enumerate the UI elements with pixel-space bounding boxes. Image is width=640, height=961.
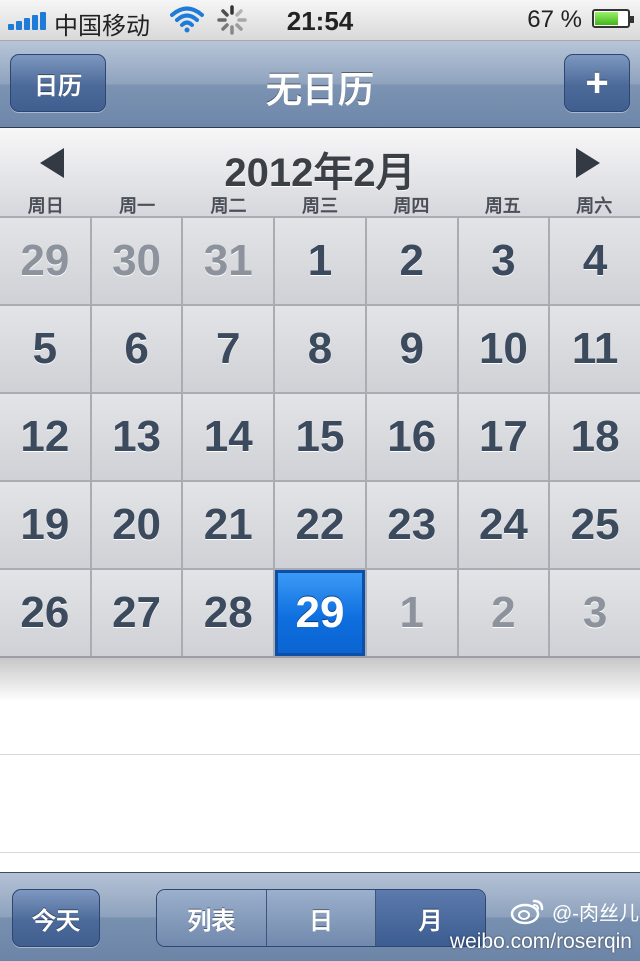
day-cell-selected[interactable]: 29 [275, 570, 365, 656]
segment-day[interactable]: 日 [266, 890, 377, 946]
view-segmented-control: 列表 日 月 [156, 889, 486, 947]
day-cell[interactable]: 2 [366, 218, 457, 304]
weekday-label: 周四 [393, 196, 430, 216]
watermark-url: weibo.com/roserqin [449, 930, 632, 953]
plus-icon: + [585, 60, 609, 105]
day-cell[interactable]: 9 [366, 306, 457, 392]
day-cell[interactable]: 2 [458, 570, 549, 656]
weekday-label: 周五 [484, 196, 521, 216]
day-cell[interactable]: 23 [366, 482, 457, 568]
day-cell[interactable]: 3 [458, 218, 549, 304]
row-divider [0, 852, 640, 853]
day-cell[interactable]: 6 [91, 306, 182, 392]
weekday-label: 周六 [576, 196, 613, 216]
day-cell[interactable]: 11 [550, 306, 640, 392]
month-header: 2012年2月 周日 周一 周二 周三 周四 周五 周六 [0, 128, 640, 216]
watermark-handle: @-肉丝儿 [510, 896, 640, 926]
day-cell[interactable]: 28 [183, 570, 274, 656]
battery-icon [592, 9, 634, 28]
battery-percent: 67 % [527, 6, 582, 33]
grid-shadow [0, 658, 640, 702]
day-cell[interactable]: 1 [275, 218, 365, 304]
day-cell[interactable]: 5 [0, 306, 90, 392]
weekday-label: 周一 [119, 196, 156, 216]
day-cell[interactable]: 7 [183, 306, 274, 392]
today-button[interactable]: 今天 [12, 889, 100, 947]
day-cell[interactable]: 19 [0, 482, 90, 568]
next-month-arrow-icon[interactable] [576, 148, 600, 178]
weekday-label: 周日 [27, 196, 64, 216]
month-title: 2012年2月 [224, 151, 416, 195]
day-cell[interactable]: 1 [366, 570, 457, 656]
day-cell[interactable]: 14 [183, 394, 274, 480]
day-cell[interactable]: 18 [550, 394, 640, 480]
navigation-bar: 日历 无日历 + [0, 41, 640, 128]
day-cell[interactable]: 8 [275, 306, 365, 392]
day-cell[interactable]: 25 [550, 482, 640, 568]
day-cell[interactable]: 30 [91, 218, 182, 304]
day-cell[interactable]: 31 [183, 218, 274, 304]
page-title: 无日历 [265, 69, 374, 110]
weekday-label: 周二 [210, 196, 247, 216]
battery-fill [595, 12, 618, 25]
weekday-row: 周日 周一 周二 周三 周四 周五 周六 [0, 192, 640, 216]
day-cell[interactable]: 21 [183, 482, 274, 568]
watermark-handle-text: @-肉丝儿 [552, 902, 639, 925]
day-cell[interactable]: 12 [0, 394, 90, 480]
day-cell[interactable]: 26 [0, 570, 90, 656]
day-cell[interactable]: 16 [366, 394, 457, 480]
day-cell[interactable]: 20 [91, 482, 182, 568]
weekday-label: 周三 [301, 196, 338, 216]
month-calendar-grid: 29 30 31 1 2 3 4 5 6 7 8 9 10 11 12 13 14 15 16 17 18 19 20 21 2… [0, 216, 640, 658]
row-divider [0, 754, 640, 755]
day-cell[interactable]: 22 [275, 482, 365, 568]
segment-list[interactable]: 列表 [157, 890, 267, 946]
day-cell[interactable]: 29 [0, 218, 90, 304]
day-cell[interactable]: 3 [550, 570, 640, 656]
status-bar: 中国移动 21:54 67 % [0, 0, 640, 41]
day-cell[interactable]: 13 [91, 394, 182, 480]
weibo-logo-icon [510, 899, 544, 925]
day-cell[interactable]: 15 [275, 394, 365, 480]
day-cell[interactable]: 10 [458, 306, 549, 392]
day-cell[interactable]: 27 [91, 570, 182, 656]
add-event-button[interactable]: + [564, 54, 630, 112]
day-cell[interactable]: 24 [458, 482, 549, 568]
day-cell[interactable]: 17 [458, 394, 549, 480]
day-cell[interactable]: 4 [550, 218, 640, 304]
